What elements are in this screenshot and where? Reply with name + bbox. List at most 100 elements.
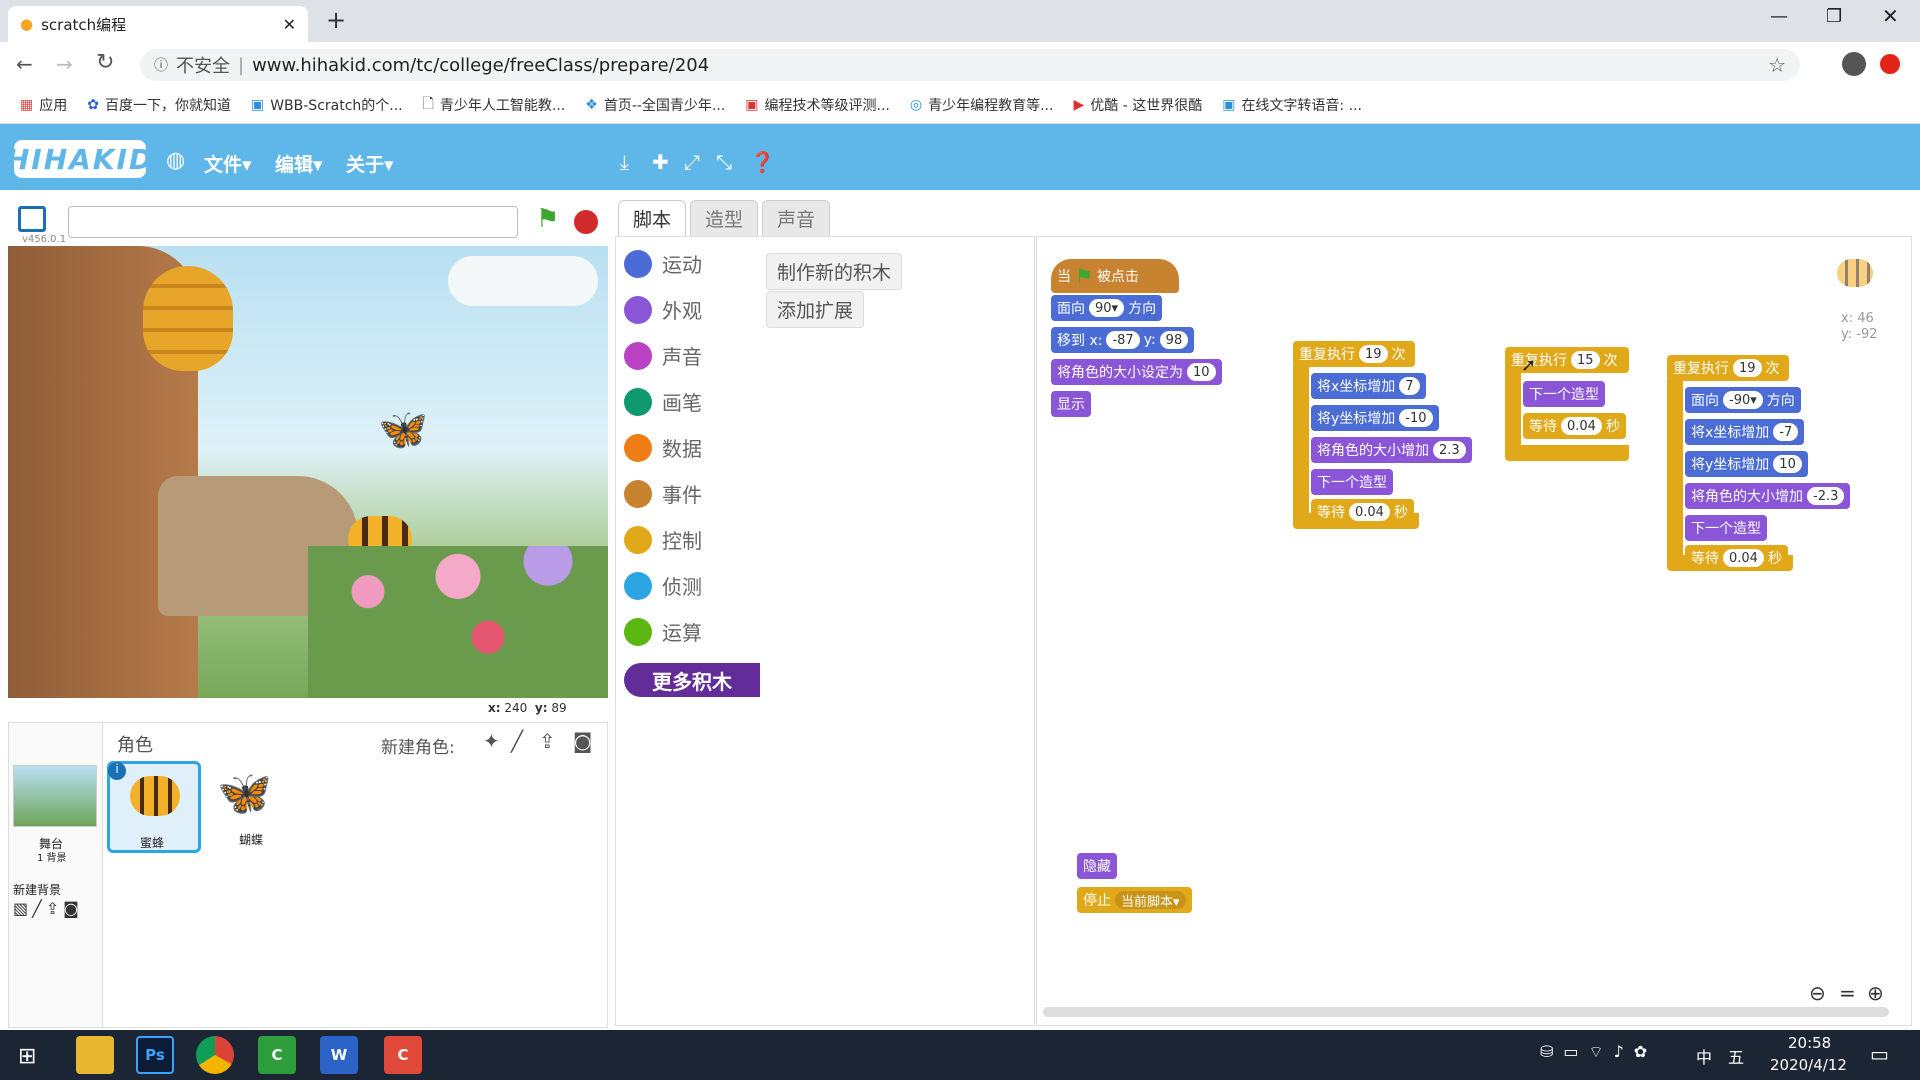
reload-icon[interactable]: ↻ [96,50,114,75]
wait-input[interactable]: 0.04 [1561,417,1602,435]
help-tool-icon[interactable]: ❓ [750,150,775,174]
new-tab-button[interactable]: + [326,6,346,34]
shrink-tool-icon[interactable]: ⤡ [716,150,732,174]
change-y-block[interactable]: 将y坐标增加 -10 [1311,405,1439,431]
tab-sounds[interactable]: 声音 [762,200,831,236]
bookmark-item[interactable]: ▣ 编程技术等级评测... [745,95,890,115]
next-costume-block[interactable]: 下一个造型 [1685,515,1767,541]
close-tab-icon[interactable]: ✕ [283,15,296,34]
menu-about[interactable]: 关于▾ [346,150,394,177]
close-window-icon[interactable]: ✕ [1882,4,1899,28]
category-sensing[interactable]: 侦测 [624,571,702,600]
repeat-block[interactable]: 重复执行 19 次 [1293,341,1415,367]
duplicate-tool-icon[interactable]: ⤓ [620,150,629,174]
globe-icon[interactable]: ◍ [166,148,185,173]
category-motion[interactable]: 运动 [624,249,702,278]
x-input[interactable]: -87 [1106,331,1140,349]
zoom-out-icon[interactable]: ⊖ [1809,981,1826,1005]
category-more-blocks[interactable]: 更多积木 [624,663,760,697]
stop-option-input[interactable]: 当前脚本▾ [1115,891,1186,910]
category-sound[interactable]: 声音 [624,341,702,370]
hihakid-logo[interactable]: HIHAKID [6,140,152,178]
file-explorer-icon[interactable] [76,1036,114,1074]
change-size-block[interactable]: 将角色的大小增加 2.3 [1311,437,1472,463]
change-size-input[interactable]: -2.3 [1807,487,1845,505]
point-direction-block[interactable]: 面向 -90▾ 方向 [1685,387,1801,413]
next-costume-block[interactable]: 下一个造型 [1311,469,1393,495]
sprite-thumb-bee[interactable]: i 蜜蜂 [107,761,201,853]
change-x-input[interactable]: 7 [1399,377,1420,395]
stop-block[interactable]: 停止 当前脚本▾ [1077,887,1192,913]
url-text[interactable]: www.hihakid.com/tc/college/freeClass/pre… [252,55,709,76]
profile-icon[interactable] [1842,52,1866,76]
bookmark-item[interactable]: ❖ 首页--全国青少年... [585,95,725,115]
butterfly-sprite[interactable]: 🦋 [378,406,428,453]
change-y-input[interactable]: -10 [1399,409,1433,427]
upload-backdrop-icon[interactable]: ⇪ [46,899,63,918]
repeat-block[interactable]: 重复执行 19 次 [1667,355,1789,381]
bookmark-item[interactable]: ▣ 在线文字转语音: ... [1222,95,1362,115]
sprite-library-icon[interactable]: ✦ [483,729,500,753]
stop-icon[interactable] [574,210,598,234]
change-x-block[interactable]: 将x坐标增加 -7 [1685,419,1805,445]
word-icon[interactable]: W [320,1036,358,1074]
project-title-input[interactable] [68,206,518,238]
category-data[interactable]: 数据 [624,433,702,462]
omnibox[interactable]: ⓘ 不安全 | www.hihakid.com/tc/college/freeC… [140,49,1800,81]
photoshop-icon[interactable]: Ps [136,1036,174,1074]
ime-indicator[interactable]: 中 [1696,1044,1712,1068]
goto-xy-block[interactable]: 移到 x: -87 y: 98 [1051,327,1195,353]
recorder-icon[interactable]: C [384,1036,422,1074]
show-block[interactable]: 显示 [1051,391,1091,417]
wait-input[interactable]: 0.04 [1723,549,1764,567]
make-block-button[interactable]: 制作新的积木 [766,253,903,290]
browser-tab[interactable]: ● scratch编程 ✕ [8,6,308,42]
stage-canvas[interactable]: 🦋 [8,246,608,698]
chrome-icon[interactable] [196,1036,234,1074]
add-extension-button[interactable]: 添加扩展 [766,291,865,328]
bookmark-item[interactable]: ◎ 青少年编程教育等... [910,95,1054,115]
zoom-in-icon[interactable]: ⊕ [1867,981,1884,1005]
camera-backdrop-icon[interactable]: ◙ [63,899,83,918]
wait-input[interactable]: 0.04 [1349,503,1390,521]
change-x-block[interactable]: 将x坐标增加 7 [1311,373,1426,399]
menu-edit[interactable]: 编辑▾ [275,150,323,177]
wait-block[interactable]: 等待 0.04 秒 [1685,545,1788,571]
point-direction-block[interactable]: 面向 90▾ 方向 [1051,295,1163,321]
change-size-input[interactable]: 2.3 [1433,441,1466,459]
horizontal-scrollbar[interactable] [1043,1007,1889,1017]
bookmark-item[interactable]: ▣ WBB-Scratch的个... [251,95,403,115]
y-input[interactable]: 98 [1159,331,1189,349]
backdrop-library-icon[interactable]: ▧ [13,899,32,918]
stage-thumbnail[interactable] [13,765,97,827]
star-icon[interactable]: ☆ [1768,53,1786,77]
category-operators[interactable]: 运算 [624,617,702,646]
repeat-count-input[interactable]: 15 [1571,351,1600,369]
tab-scripts[interactable]: 脚本 [618,200,687,236]
back-icon[interactable]: ← [16,52,33,76]
bookmark-item[interactable]: ✿ 百度一下，你就知道 [87,95,231,115]
fullscreen-icon[interactable] [18,206,46,232]
notification-icon[interactable]: ▭ [1870,1042,1889,1066]
set-size-block[interactable]: 将角色的大小设定为 10 [1051,359,1222,385]
windows-start-icon[interactable]: ⊞ [18,1044,36,1069]
green-flag-icon[interactable]: ⚑ [536,204,559,234]
delete-tool-icon[interactable]: ✚ [652,150,669,174]
restore-icon[interactable]: ❐ [1826,6,1842,27]
ime-mode[interactable]: 五 [1728,1044,1744,1068]
change-y-block[interactable]: 将y坐标增加 10 [1685,451,1808,477]
repeat-count-input[interactable]: 19 [1359,345,1388,363]
sprite-thumb-butterfly[interactable]: 🦋 蝴蝶 [205,761,299,853]
camtasia-icon[interactable]: C [258,1036,296,1074]
wait-block[interactable]: 等待 0.04 秒 [1311,499,1414,525]
next-costume-block[interactable]: 下一个造型 [1523,381,1605,407]
category-pen[interactable]: 画笔 [624,387,702,416]
bookmark-item[interactable]: 🗋 青少年人工智能教... [423,93,566,117]
zoom-reset-icon[interactable]: = [1839,981,1856,1005]
hide-block[interactable]: 隐藏 [1077,853,1117,879]
tab-costumes[interactable]: 造型 [690,200,759,236]
script-area[interactable]: x: 46 y: -92 当 ⚑ 被点击 面向 90▾ 方向 移到 x: -87 y: 9… [1036,236,1912,1026]
category-control[interactable]: 控制 [624,525,702,554]
info-icon[interactable]: ⓘ [154,55,168,75]
paint-backdrop-icon[interactable]: ╱ [32,899,46,918]
